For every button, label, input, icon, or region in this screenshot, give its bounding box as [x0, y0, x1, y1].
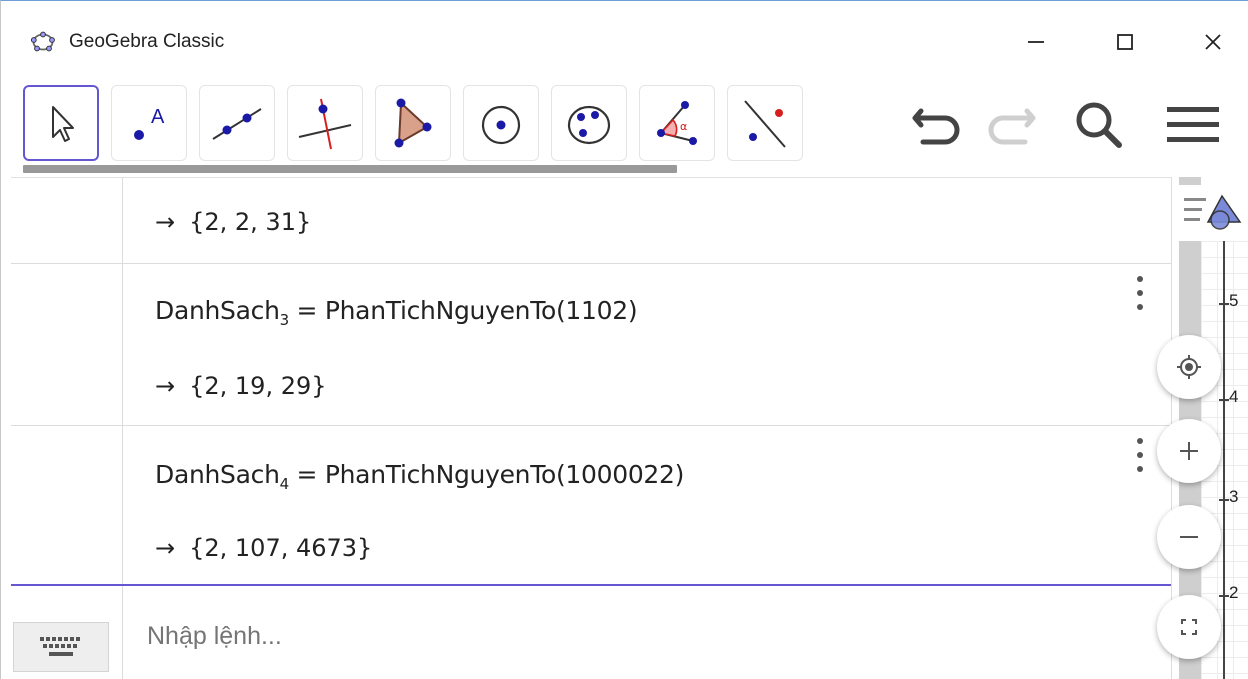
window-title: GeoGebra Classic — [69, 31, 225, 52]
plus-icon — [1180, 442, 1198, 460]
keyboard-icon — [40, 637, 80, 656]
command-argument: (1000022) — [555, 460, 685, 489]
menu-button[interactable] — [1163, 95, 1223, 155]
arrow-icon: → — [155, 208, 176, 236]
cursor-arrow-icon — [52, 106, 74, 142]
close-icon — [1205, 34, 1221, 50]
redo-icon — [988, 108, 1036, 145]
row-result: → {2, 2, 31} — [155, 208, 311, 236]
y-tick-label: 5 — [1229, 291, 1239, 310]
y-axis — [1223, 241, 1225, 679]
angle-icon: α — [657, 101, 697, 145]
undo-icon — [912, 108, 960, 145]
y-tick — [1219, 303, 1229, 305]
object-subscript: 3 — [279, 311, 290, 329]
perpendicular-line-tool[interactable] — [287, 85, 363, 161]
circle-three-points-tool[interactable] — [551, 85, 627, 161]
reflect-icon — [744, 100, 786, 148]
row-result: → {2, 107, 4673} — [155, 534, 372, 562]
row-result: → {2, 19, 29} — [155, 372, 327, 400]
point-icon: A — [134, 106, 165, 140]
row-marble-margin — [11, 426, 123, 584]
move-tool[interactable] — [23, 85, 99, 161]
menu-icon — [1167, 107, 1219, 142]
fullscreen-button[interactable] — [1157, 595, 1221, 659]
y-tick — [1219, 595, 1229, 597]
y-tick — [1219, 399, 1229, 401]
arrow-icon: → — [155, 372, 176, 400]
equals-sign: = — [296, 296, 318, 325]
target-icon — [1177, 355, 1201, 379]
maximize-button[interactable] — [1102, 19, 1148, 65]
zoom-in-button[interactable] — [1157, 419, 1221, 483]
toolbar-scrollbar[interactable] — [23, 165, 677, 173]
object-subscript: 4 — [279, 475, 290, 493]
command-argument: (1102) — [555, 296, 638, 325]
keyboard-button[interactable] — [13, 622, 109, 672]
fullscreen-icon — [1181, 619, 1197, 635]
y-tick-label: 4 — [1229, 387, 1239, 406]
more-options-icon[interactable] — [1135, 276, 1145, 310]
reflect-tool[interactable] — [727, 85, 803, 161]
style-bar-icon — [1184, 194, 1242, 230]
toolbar: A α — [1, 73, 1248, 173]
minus-icon — [1180, 536, 1198, 538]
style-bar-toggle[interactable] — [1173, 185, 1248, 241]
undo-button[interactable] — [909, 95, 969, 155]
minimize-icon — [1028, 41, 1044, 43]
redo-button[interactable] — [979, 95, 1039, 155]
standard-view-button[interactable] — [1157, 335, 1221, 399]
more-options-icon[interactable] — [1135, 438, 1145, 472]
angle-tool[interactable]: α — [639, 85, 715, 161]
perpendicular-icon — [298, 98, 352, 150]
result-value: {2, 107, 4673} — [189, 534, 373, 562]
algebra-row[interactable]: DanhSach3 = PhanTichNguyenTo(1102) → {2, … — [11, 264, 1171, 426]
row-definition[interactable]: DanhSach4 = PhanTichNguyenTo(1000022) — [155, 460, 684, 493]
zoom-out-button[interactable] — [1157, 505, 1221, 569]
result-value: {2, 19, 29} — [189, 372, 327, 400]
polygon-tool[interactable] — [375, 85, 451, 161]
equals-sign: = — [296, 460, 318, 489]
y-tick — [1219, 499, 1229, 501]
object-name: DanhSach — [155, 460, 280, 489]
search-icon — [1076, 102, 1122, 148]
result-value: {2, 2, 31} — [189, 208, 312, 236]
y-tick-label: 3 — [1229, 487, 1239, 506]
point-label: A — [151, 106, 165, 128]
circle-center-icon — [481, 105, 521, 145]
row-marble-margin — [11, 178, 123, 263]
algebra-view: → {2, 2, 31} DanhSach3 = PhanTichNguyenTo… — [11, 177, 1171, 679]
close-button[interactable] — [1190, 19, 1236, 65]
line-icon — [212, 108, 262, 140]
arrow-icon: → — [155, 534, 176, 562]
line-tool[interactable] — [199, 85, 275, 161]
y-tick-label: 2 — [1229, 583, 1239, 602]
geogebra-window: GeoGebra Classic A α → {2, 2, 31} DanhSa… — [0, 0, 1248, 679]
polygon-icon — [394, 98, 432, 148]
angle-label: α — [680, 120, 687, 133]
command-name: PhanTichNguyenTo — [324, 296, 556, 325]
object-name: DanhSach — [155, 296, 280, 325]
maximize-icon — [1117, 34, 1133, 50]
algebra-row[interactable]: → {2, 2, 31} — [11, 178, 1171, 264]
circle-three-points-icon — [567, 105, 611, 145]
command-name: PhanTichNguyenTo — [324, 460, 556, 489]
minimize-button[interactable] — [1013, 19, 1059, 65]
input-row — [11, 584, 1171, 679]
geogebra-logo-icon — [31, 31, 55, 52]
algebra-row[interactable]: DanhSach4 = PhanTichNguyenTo(1000022) → {… — [11, 426, 1171, 584]
command-input[interactable] — [147, 622, 747, 651]
title-bar: GeoGebra Classic — [1, 1, 1248, 73]
search-button[interactable] — [1069, 95, 1129, 155]
row-definition[interactable]: DanhSach3 = PhanTichNguyenTo(1102) — [155, 296, 638, 329]
circle-tool[interactable] — [463, 85, 539, 161]
row-marble-margin — [11, 264, 123, 425]
point-tool[interactable]: A — [111, 85, 187, 161]
